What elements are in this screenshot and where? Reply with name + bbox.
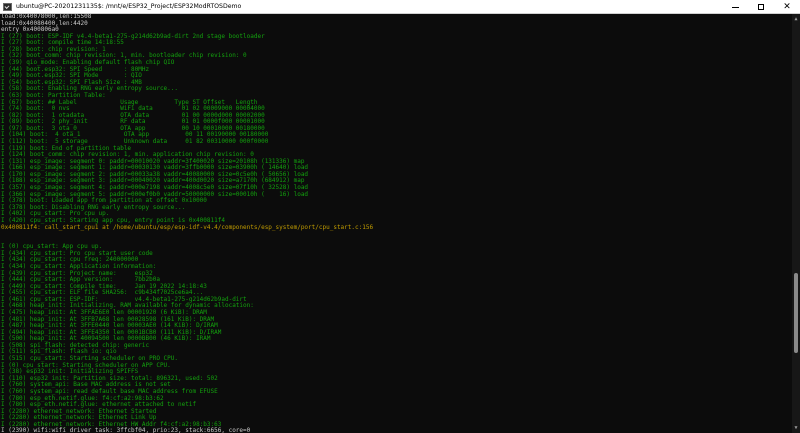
console-line: I (378) boot: Disabling RNG early entrop… — [1, 203, 186, 211]
terminal-icon — [3, 2, 12, 11]
maximize-icon — [758, 4, 764, 10]
console-line: I (508) spi_flash: detected chip: generi… — [1, 341, 150, 349]
terminal-output[interactable]: load:0x40078000,len:15508 load:0x40080400… — [0, 14, 792, 433]
close-icon: ✕ — [783, 2, 791, 12]
console-line: load:0x40078000,len:15508 — [1, 14, 92, 20]
console-line: 0x400811f4: call_start_cpu1 at /home/ubu… — [1, 223, 374, 231]
minimize-icon — [731, 6, 739, 8]
console-line: load:0x40080400,len:4420 — [1, 19, 88, 27]
window-title: ubuntu@PC-20201231135$: /mnt/e/ESP32_Pro… — [16, 3, 242, 10]
console-line: I (27) boot: compile time 14:18:55 — [1, 39, 124, 47]
close-button[interactable]: ✕ — [774, 0, 800, 14]
console-line: I (58) boot: Enabling RNG early entropy … — [1, 85, 179, 93]
vertical-scrollbar[interactable]: ▲ ▼ — [792, 14, 800, 433]
console-line: I (2390) wifi:wifi driver task: 3ffcbf04… — [1, 427, 251, 433]
window-controls: ✕ — [722, 0, 800, 14]
scroll-up-icon[interactable]: ▲ — [792, 16, 800, 22]
minimize-button[interactable] — [722, 0, 748, 14]
title-bar[interactable]: ubuntu@PC-20201231135$: /mnt/e/ESP32_Pro… — [0, 0, 800, 14]
maximize-button[interactable] — [748, 0, 774, 14]
scroll-down-icon[interactable]: ▼ — [792, 425, 800, 431]
scrollbar-thumb[interactable] — [794, 272, 798, 353]
